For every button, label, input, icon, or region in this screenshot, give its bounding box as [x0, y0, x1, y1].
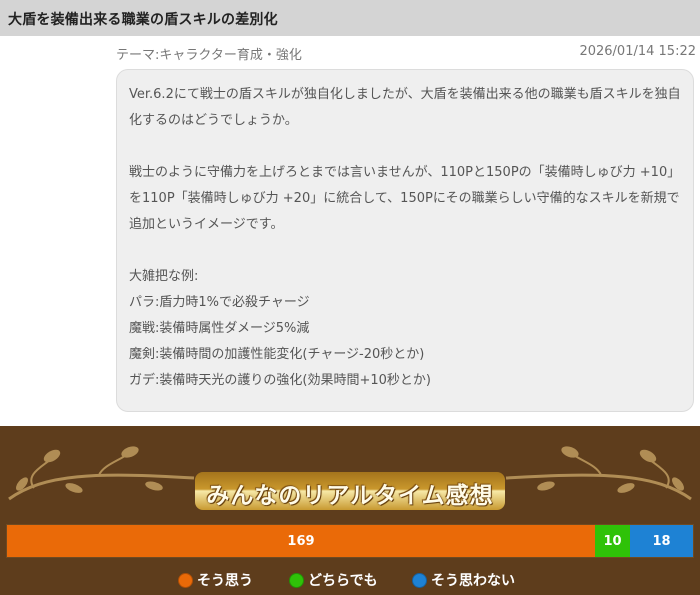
topic-header: 大盾を装備出来る職業の盾スキルの差別化 [0, 0, 700, 36]
post-meta: テーマ:キャラクター育成・強化 2026/01/14 15:22 [116, 44, 696, 63]
agree-button[interactable]: そう思う [178, 570, 253, 590]
neutral-segment: 10 [595, 525, 630, 557]
disagree-button[interactable]: そう思わない [412, 570, 515, 590]
agree-count: 169 [287, 533, 315, 549]
orange-dot-icon [178, 572, 193, 588]
reaction-heading: みんなのリアルタイム感想 [195, 472, 505, 510]
post-paragraph-spacer [129, 238, 681, 264]
neutral-count: 10 [603, 533, 622, 549]
disagree-label: そう思わない [431, 573, 515, 589]
post-example-list: 大雑把な例: パラ:盾力時1%で必殺チャージ 魔戦:装備時属性ダメージ5%減 魔… [129, 269, 431, 388]
reaction-heading-text: みんなのリアルタイム感想 [206, 483, 494, 509]
disagree-count: 18 [652, 533, 671, 549]
post-paragraph: Ver.6.2にて戦士の盾スキルが独自化しましたが、大盾を装備出来る他の職業も盾… [129, 87, 681, 128]
neutral-button[interactable]: どちらでも [289, 570, 378, 590]
blue-dot-icon [412, 572, 427, 588]
disagree-segment: 18 [630, 525, 693, 557]
post-paragraph-spacer [129, 134, 681, 160]
vine-ornament-icon [505, 446, 692, 501]
reaction-panel: みんなのリアルタイム感想 169 10 18 そう思う どちらでも そう思わない [0, 426, 700, 595]
neutral-label: どちらでも [308, 573, 378, 589]
post-date: 2026/01/14 15:22 [579, 44, 696, 59]
agree-segment: 169 [7, 525, 595, 557]
topic-title: 大盾を装備出来る職業の盾スキルの差別化 [8, 12, 278, 28]
reaction-bar: 169 10 18 [6, 524, 694, 558]
vine-ornament-icon [8, 446, 195, 501]
post-paragraph: 戦士のように守備力を上げろとまでは言いませんが、110Pと150Pの「装備時しゅ… [129, 165, 681, 232]
agree-label: そう思う [197, 573, 253, 589]
theme-label[interactable]: テーマ:キャラクター育成・強化 [116, 44, 302, 63]
reaction-legend: そう思う どちらでも そう思わない [0, 570, 700, 590]
post-body: Ver.6.2にて戦士の盾スキルが独自化しましたが、大盾を装備出来る他の職業も盾… [116, 69, 694, 412]
green-dot-icon [289, 572, 304, 588]
